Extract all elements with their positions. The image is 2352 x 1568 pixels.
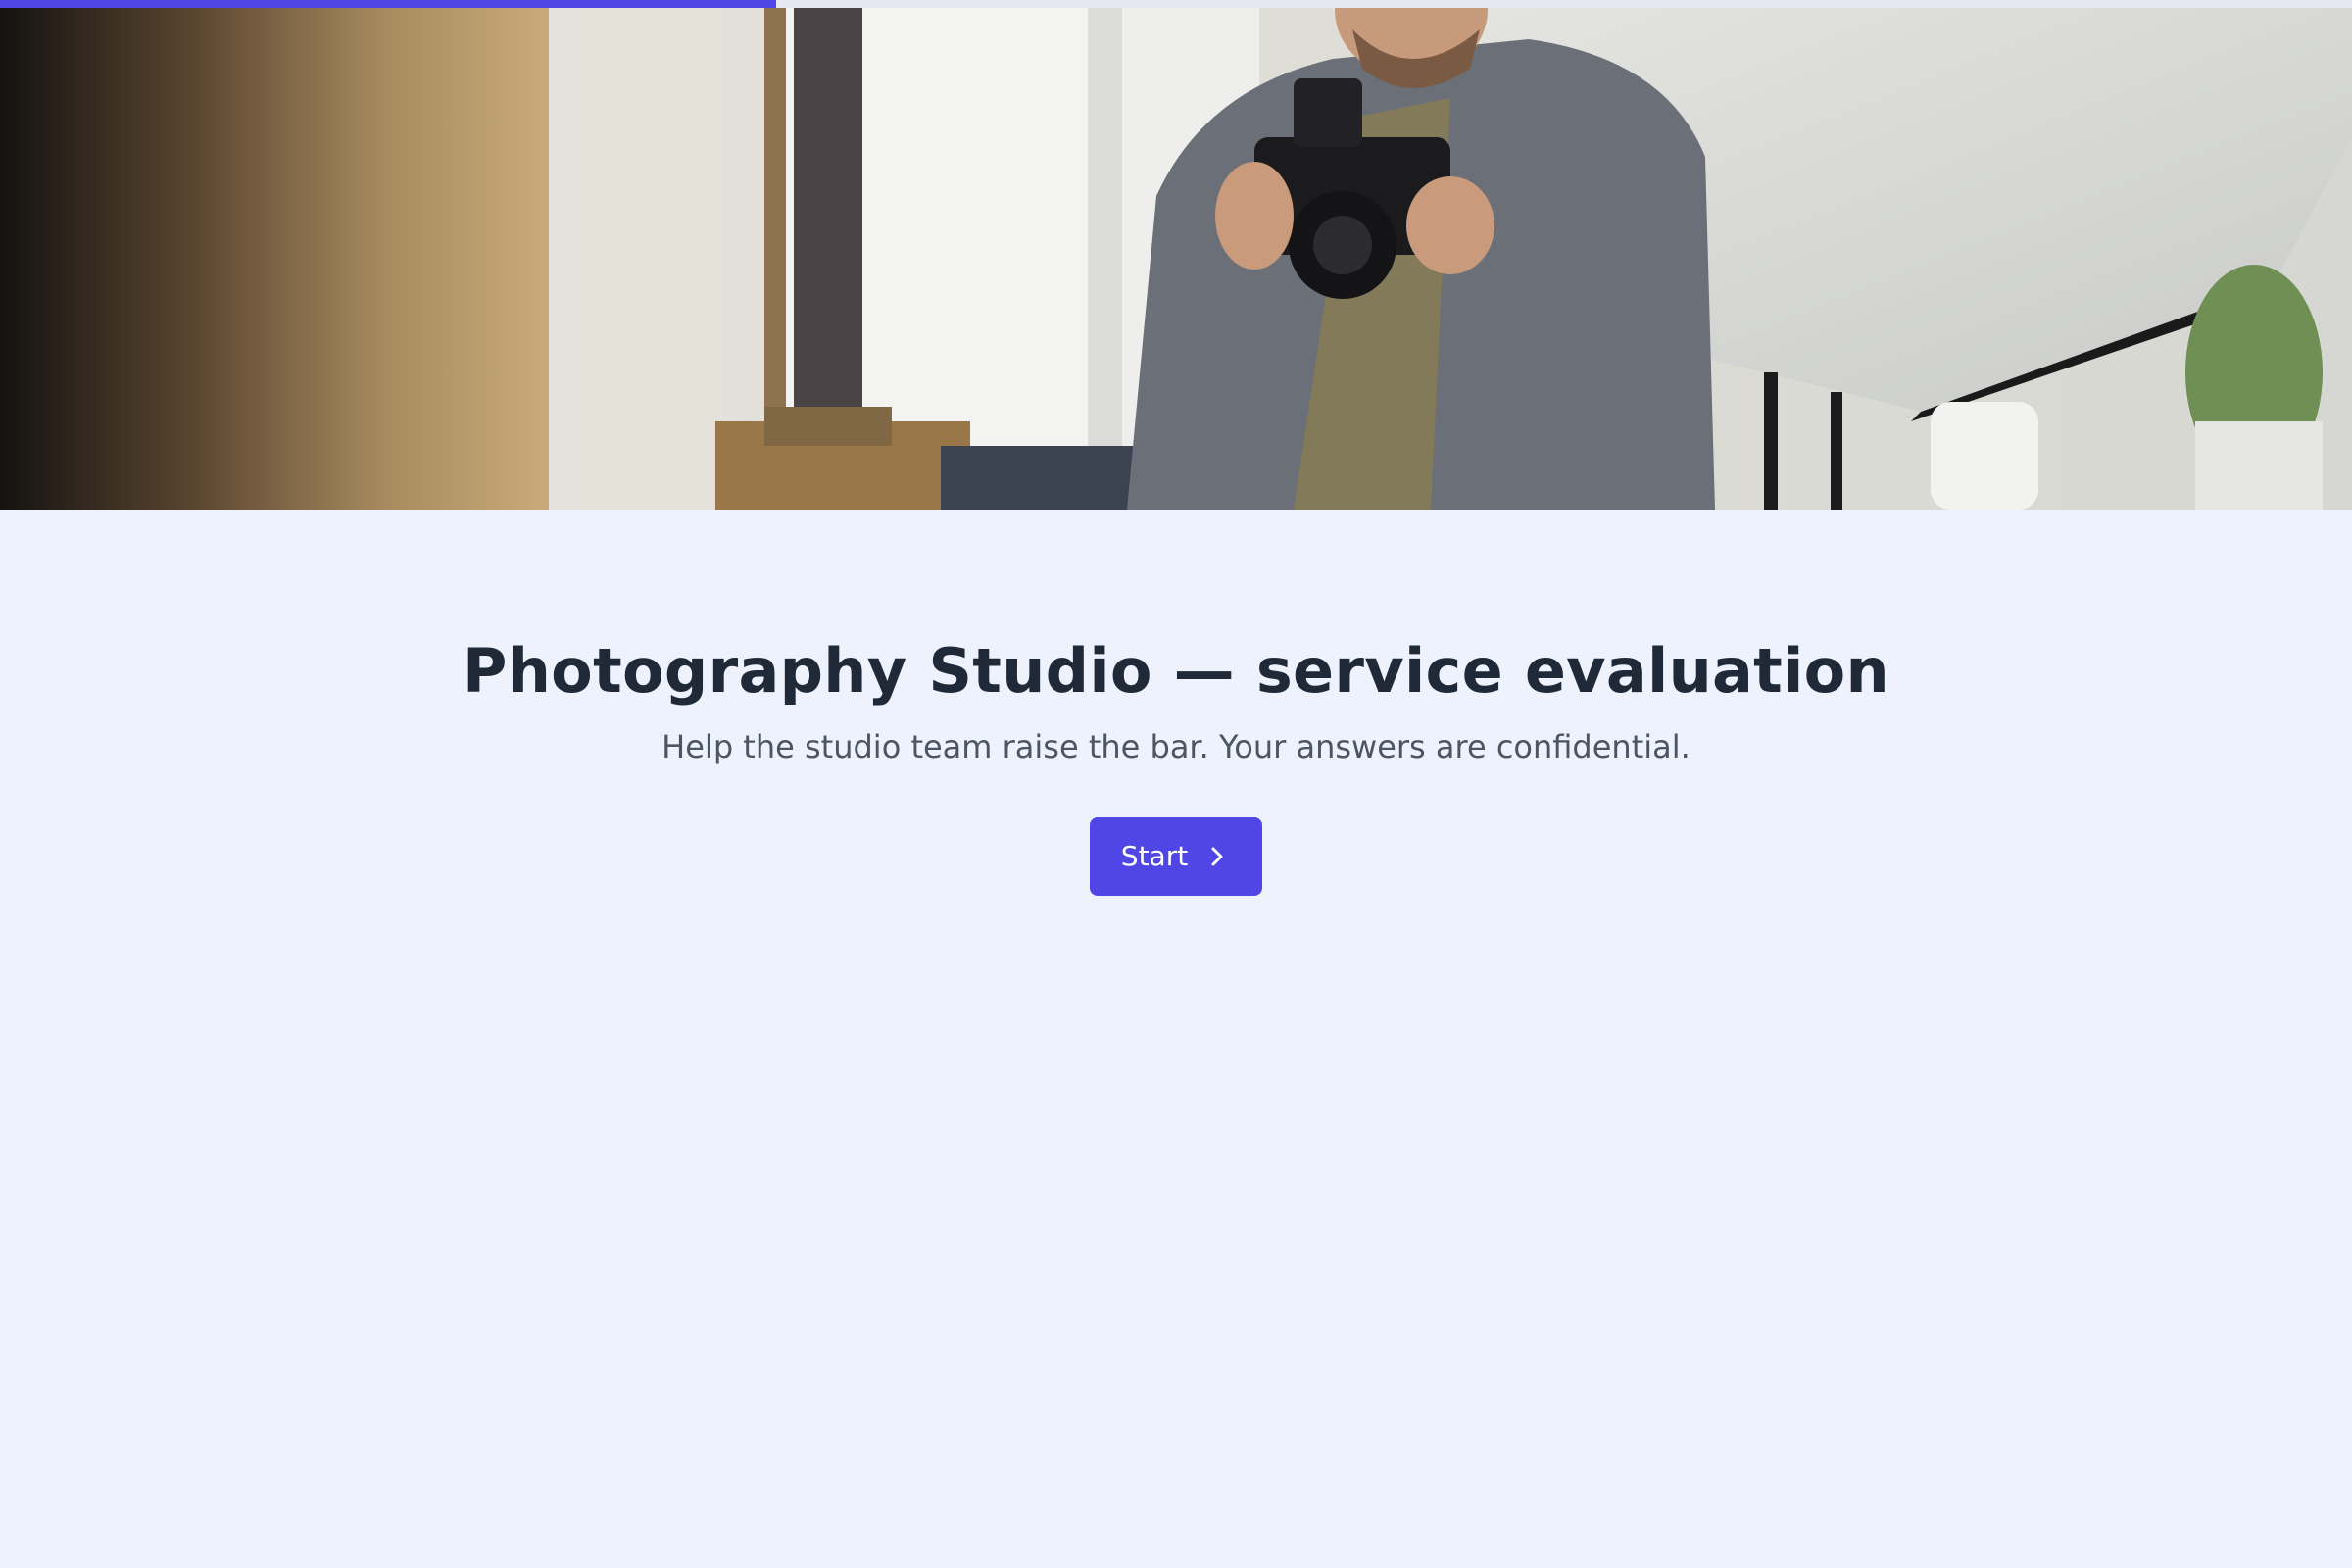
- page-title: Photography Studio — service evaluation: [463, 635, 1889, 707]
- page-subtitle: Help the studio team raise the bar. Your…: [662, 728, 1690, 766]
- intro-section: Photography Studio — service evaluation …: [0, 510, 2352, 896]
- hero-image: [0, 0, 2352, 510]
- progress-fill: [0, 0, 776, 8]
- progress-bar: [0, 0, 2352, 8]
- survey-page: Photography Studio — service evaluation …: [0, 0, 2352, 1568]
- start-button-label: Start: [1120, 840, 1189, 873]
- start-button[interactable]: Start: [1089, 816, 1263, 896]
- chevron-right-icon: [1207, 845, 1227, 868]
